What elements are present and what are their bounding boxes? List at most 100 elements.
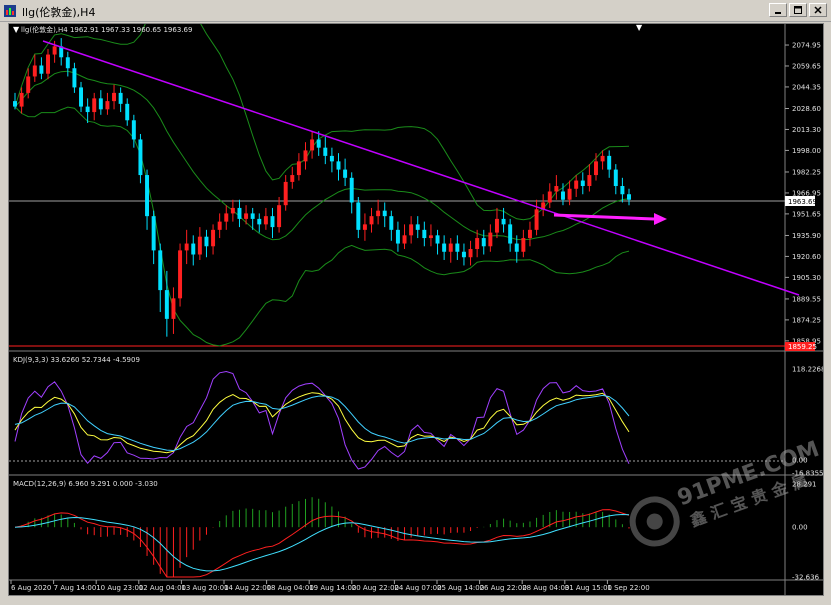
candle-body [217, 221, 222, 230]
candle-body [39, 65, 44, 74]
candle-body [521, 238, 526, 252]
candle-body [138, 139, 143, 176]
candle-body [98, 98, 103, 110]
price-tick-label: 2013.30 [792, 126, 821, 134]
candle-body [600, 155, 605, 162]
candle-body [79, 87, 84, 107]
candle-body [594, 161, 598, 176]
status-strip [0, 596, 831, 605]
bollinger-bands [14, 24, 630, 347]
close-button[interactable] [809, 3, 827, 17]
band-upper [14, 24, 630, 221]
candle-body [560, 191, 565, 200]
current-price-value: 1963.69 [788, 198, 817, 206]
time-tick-label: 14 Aug 22:00 [224, 584, 271, 592]
candle-body [382, 210, 387, 217]
close-icon [814, 6, 822, 14]
trendline[interactable] [42, 40, 800, 296]
candle-body [112, 92, 117, 102]
candle-body [105, 101, 110, 110]
symbol-info: llg(伦敦金),H4 1962.91 1967.33 1960.65 1963… [21, 25, 192, 34]
restore-button[interactable] [789, 3, 807, 17]
kdj-k-line [14, 392, 630, 454]
candle-body [303, 150, 308, 162]
time-tick-label: 28 Aug 04:00 [522, 584, 569, 592]
time-tick-label: 25 Aug 14:00 [437, 584, 484, 592]
candle-body [461, 251, 466, 258]
candle-body [455, 243, 460, 252]
minimize-button[interactable] [769, 3, 787, 17]
candle-body [32, 65, 37, 77]
candle-body [468, 249, 473, 258]
candle-body [92, 98, 97, 113]
candle-body [224, 213, 229, 222]
candle-body [435, 235, 440, 244]
candle-body [554, 186, 559, 192]
kdj-label: KDJ(9,3,3) 33.6260 52.7344 -4.5909 [13, 356, 140, 364]
chart-window-icon [4, 5, 16, 17]
candle-body [534, 209, 539, 230]
macd-tick-label: -32.636 [792, 574, 820, 582]
candle-body [442, 243, 447, 252]
candle-body [627, 194, 631, 200]
candle-body [230, 207, 235, 214]
chart-area[interactable]: ▼ llg(伦敦金),H4 1962.91 1967.33 1960.65 19… [8, 23, 824, 596]
time-tick-label: 10 Aug 23:00 [96, 584, 143, 592]
price-axis: 2074.95 2059.65 2044.35 2028.60 2013.30 1998.… [785, 42, 821, 345]
candle-body [125, 103, 130, 121]
candle-body [395, 229, 400, 244]
candle-body [389, 216, 394, 230]
restore-icon [794, 6, 802, 14]
macd-axis: 28.2910.00-32.636 [792, 481, 820, 582]
candle-body [296, 161, 301, 176]
candle-body [13, 101, 17, 107]
minimize-icon [775, 12, 781, 14]
chart-canvas[interactable]: ▼ llg(伦敦金),H4 1962.91 1967.33 1960.65 19… [9, 24, 824, 596]
candle-body [574, 180, 579, 189]
time-tick-label: 1 Sep 22:00 [607, 584, 649, 592]
current-price-tag: 1963.69 [785, 196, 817, 206]
candle-body [178, 250, 183, 299]
candle-body [508, 224, 513, 244]
price-tick-label: 1935.90 [792, 232, 821, 240]
price-tick-label: 1982.25 [792, 168, 821, 176]
candle-body [613, 169, 618, 187]
time-tick-label: 19 Aug 14:00 [309, 584, 356, 592]
candle-body [257, 218, 262, 225]
candle-body [336, 161, 341, 170]
candle-body [494, 218, 499, 233]
price-tick-label: 2044.35 [792, 83, 821, 91]
price-tick-label: 1951.65 [792, 210, 821, 218]
time-tick-label: 24 Aug 07:00 [394, 584, 441, 592]
candle-body [85, 106, 90, 113]
candle-body [211, 229, 216, 247]
price-tick-label: 1889.55 [792, 295, 821, 303]
candle-body [323, 147, 328, 156]
low-price-tag: 1859.25 [785, 342, 817, 351]
candle-body [402, 235, 407, 244]
candle-body [171, 298, 176, 319]
candle-body [118, 92, 123, 104]
candle-body [52, 46, 57, 55]
candle-body [158, 250, 163, 291]
chart-menu-icon[interactable]: ▼ [13, 25, 20, 34]
candle-body [422, 229, 427, 239]
time-tick-label: 6 Aug 2020 [11, 584, 51, 592]
price-tick-label: 2074.95 [792, 42, 821, 50]
candle-body [237, 207, 242, 219]
kdj-d-line [14, 394, 630, 452]
time-tick-label: 12 Aug 04:00 [139, 584, 186, 592]
time-axis: 6 Aug 2020 7 Aug 14:00 10 Aug 23:0012 Aug … [10, 580, 650, 592]
macd-tick-label: 0.00 [792, 524, 808, 532]
candle-body [290, 175, 295, 182]
candle-body [283, 181, 288, 206]
window-titlebar: llg(伦敦金),H4 [0, 0, 831, 22]
candle-body [72, 68, 77, 88]
candle-body [415, 224, 420, 230]
scroll-indicator-icon[interactable]: ▼ [636, 24, 643, 32]
kdj-tick-label: 118.2268 [792, 366, 824, 374]
candle-body [587, 175, 592, 187]
candle-body [428, 235, 433, 239]
candle-body [329, 155, 334, 162]
watermark: 91PME.COM 鑫 汇 宝 贵 金 属 [629, 437, 823, 547]
